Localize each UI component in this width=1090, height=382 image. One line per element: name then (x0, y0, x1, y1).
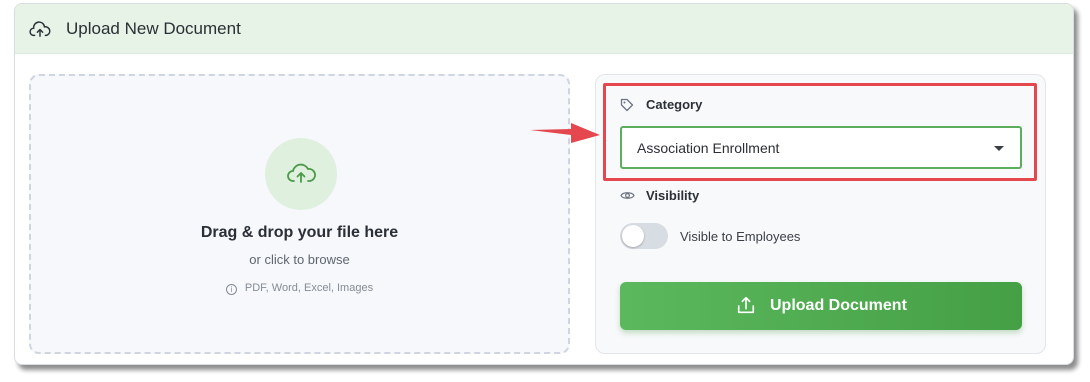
toggle-knob (622, 225, 644, 247)
accepted-types-text: PDF, Word, Excel, Images (244, 282, 374, 294)
category-highlight-box (603, 83, 1037, 181)
upload-document-button[interactable]: Upload Document (620, 282, 1022, 330)
info-icon: i (225, 284, 237, 295)
cloud-upload-icon (287, 163, 316, 183)
cloud-upload-icon (29, 21, 51, 38)
browse-link[interactable]: or click to browse (31, 252, 568, 267)
upload-tray-icon (737, 296, 755, 314)
panel-header: Upload New Document (15, 4, 1073, 54)
upload-document-label: Upload Document (770, 297, 907, 314)
dropzone-icon-circle (265, 138, 337, 210)
upload-document-panel: Upload New Document Drag & drop your fil… (14, 3, 1074, 365)
callout-arrow-icon (530, 123, 600, 143)
file-dropzone[interactable]: Drag & drop your file here or click to b… (29, 74, 570, 354)
accepted-types: i PDF, Word, Excel, Images (31, 282, 568, 295)
dropzone-title: Drag & drop your file here (200, 224, 399, 241)
toggle-label: Visible to Employees (680, 229, 801, 244)
eye-icon (620, 192, 635, 199)
visibility-label: Visibility (646, 188, 700, 203)
visible-to-employees-toggle[interactable] (620, 223, 668, 249)
page-title: Upload New Document (66, 19, 241, 38)
